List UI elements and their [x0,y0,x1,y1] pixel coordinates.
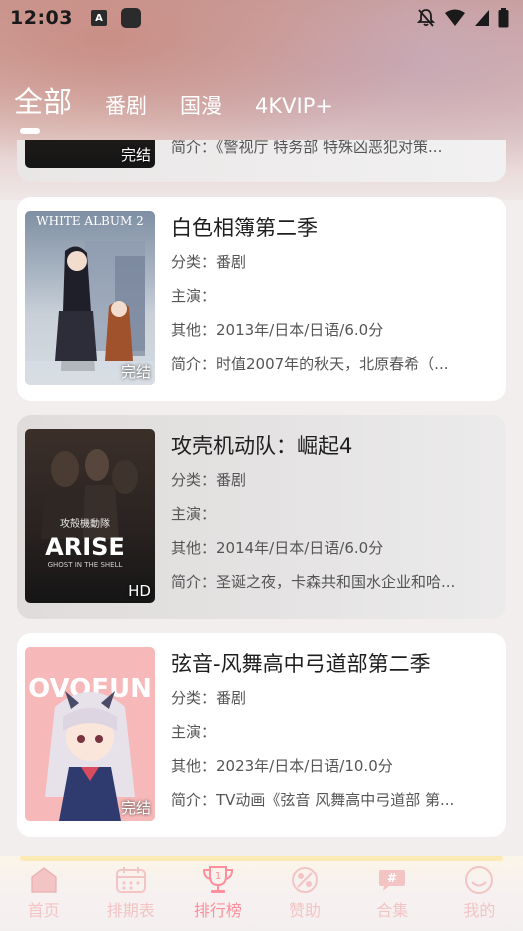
nav-ranking-label: 排行榜 [193,901,242,920]
signal-icon [475,10,489,26]
item-category: 分类：番剧 [171,253,247,271]
item-summary: 简介：圣诞之夜，卡森共和国水企业和哈... [171,573,456,591]
collection-icon: # [375,865,409,895]
item-other: 其他：2013年/日本/日语/6.0分 [171,321,384,339]
tab-all[interactable]: 全部 [14,88,72,117]
tab-chinese-animation[interactable]: 国漫 [180,96,222,117]
item-summary: 简介：时值2007年的秋天，北原春希（... [171,355,449,373]
nav-profile-label: 我的 [463,901,496,920]
home-icon [27,865,61,895]
status-badge: 完结 [120,799,151,817]
list-item[interactable]: WHITE ALBUM 2 完结 白色相簿第二季 分类：番剧 主演： 其他：20… [17,197,506,401]
item-info: 白色相簿第二季 分类：番剧 主演： 其他：2013年/日本/日语/6.0分 简介… [171,211,501,381]
list-item[interactable]: 完结 简介：《警视厅 特务部 特殊凶恶犯对策... [17,140,506,182]
item-other: 其他：2014年/日本/日语/6.0分 [171,539,384,557]
item-info: 攻壳机动队：崛起4 分类：番剧 主演： 其他：2014年/日本/日语/6.0分 … [171,429,501,599]
poster-jp-text: 攻殻機動隊 [60,517,110,530]
sponsor-icon [288,865,322,895]
category-tabs: 全部 番剧 国漫 4KVIP+ [14,88,366,117]
poster-arise-text: ARISE [45,533,125,561]
nav-sponsor-label: 赞助 [289,901,322,920]
app-notification-icon: A [90,10,107,26]
list-item[interactable]: 攻殻機動隊 ARISE GHOST IN THE SHELL HD 攻壳机动队：… [17,415,506,619]
nav-schedule[interactable]: 排期表 [96,865,166,921]
item-title: 弦音-风舞高中弓道部第二季 [171,652,431,676]
item-other: 其他：2023年/日本/日语/10.0分 [171,757,393,775]
status-badge: HD [128,582,151,600]
nav-sponsor[interactable]: 赞助 [270,865,340,921]
poster-image: WHITE ALBUM 2 完结 [25,211,155,385]
item-summary: 简介：《警视厅 特务部 特殊凶恶犯对策... [171,140,443,156]
item-category: 分类：番剧 [171,471,247,489]
battery-icon [498,8,509,28]
item-cast: 主演： [171,723,217,741]
svg-text:#: # [387,871,397,885]
item-title: 白色相簿第二季 [171,216,318,240]
calendar-icon [114,865,148,895]
nav-profile[interactable]: 我的 [444,865,514,921]
item-category: 分类：番剧 [171,689,247,707]
poster-art: WHITE ALBUM 2 [25,214,155,385]
status-bar: 12:03 A [0,0,523,36]
item-title: 攻壳机动队：崛起4 [171,434,353,458]
item-cast: 主演： [171,505,217,523]
poster-art: OVOFUN [25,669,155,821]
nav-home-label: 首页 [27,901,60,920]
tab-anime[interactable]: 番剧 [105,96,147,117]
poster-image: OVOFUN 完结 [25,647,155,821]
status-icons [416,8,509,28]
mute-notification-icon [416,9,436,27]
item-cast: 主演： [171,287,217,305]
item-info: 简介：《警视厅 特务部 特殊凶恶犯对策... [171,140,501,164]
nav-home[interactable]: 首页 [9,865,79,921]
list-item[interactable]: OVOFUN 完结 弦音-风舞高中弓道部第二季 分类：番剧 主演： 其他：202… [17,633,506,837]
poster-subtitle-text: GHOST IN THE SHELL [48,561,123,569]
nav-collection[interactable]: # 合集 [357,865,427,921]
status-badge: 完结 [120,363,151,381]
poster-image: 攻殻機動隊 ARISE GHOST IN THE SHELL HD [25,429,155,603]
ranking-list[interactable]: 完结 简介：《警视厅 特务部 特殊凶恶犯对策... WHITE ALBUM 2 … [0,140,523,856]
nav-ranking[interactable]: 1 排行榜 [183,865,253,921]
profile-icon [462,865,496,895]
trophy-icon: 1 [201,865,235,895]
status-time: 12:03 [10,7,73,29]
status-badge: 完结 [120,146,151,164]
active-tab-indicator [20,128,40,134]
wifi-icon [445,9,465,26]
nav-schedule-label: 排期表 [106,901,155,920]
app-notification-icon-2 [120,8,141,28]
nav-collection-label: 合集 [376,901,409,920]
bottom-navigation: 首页 排期表 1 排行榜 赞助 # 合集 我的 [0,856,523,931]
tab-4kvip[interactable]: 4KVIP+ [255,96,333,117]
item-summary: 简介：TV动画《弦音 风舞高中弓道部 第... [171,791,455,809]
poster-title-text: WHITE ALBUM 2 [36,214,143,228]
poster-image: 完结 [25,140,155,168]
item-info: 弦音-风舞高中弓道部第二季 分类：番剧 主演： 其他：2023年/日本/日语/1… [171,647,501,817]
svg-text:1: 1 [215,871,221,882]
poster-art: 攻殻機動隊 ARISE GHOST IN THE SHELL [41,449,138,569]
